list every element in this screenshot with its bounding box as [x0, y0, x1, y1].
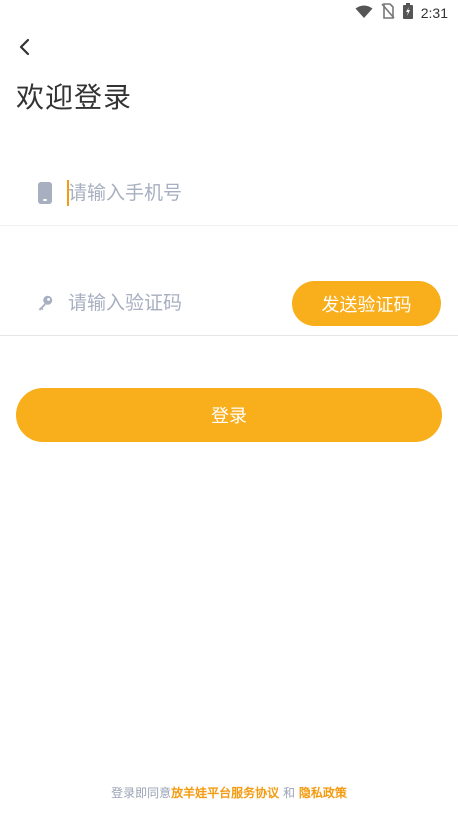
agreement-prefix: 登录即同意 [111, 786, 172, 800]
privacy-policy-link[interactable]: 隐私政策 [299, 786, 347, 800]
phone-icon [36, 181, 54, 205]
page-title: 欢迎登录 [16, 81, 133, 114]
send-code-button[interactable]: 发送验证码 [292, 281, 441, 326]
back-button[interactable] [12, 36, 38, 62]
status-time: 2:31 [420, 5, 448, 21]
agreement-text: 登录即同意放羊娃平台服务协议 和 隐私政策 [0, 784, 458, 801]
battery-charging-icon [402, 3, 413, 23]
wifi-icon [355, 4, 373, 23]
no-sim-icon [381, 3, 395, 23]
code-input[interactable] [68, 287, 278, 318]
login-screen: 2:31 欢迎登录 发送验证码 [0, 0, 458, 814]
phone-input[interactable] [68, 177, 278, 208]
service-agreement-link[interactable]: 放羊娃平台服务协议 [171, 786, 279, 800]
phone-field-row [0, 160, 458, 226]
login-button[interactable]: 登录 [16, 388, 442, 442]
key-icon [36, 291, 54, 315]
status-bar: 2:31 [0, 0, 458, 26]
code-field-row: 发送验证码 [0, 270, 458, 336]
agreement-conjunction: 和 [279, 786, 299, 800]
chevron-left-icon [18, 38, 32, 60]
